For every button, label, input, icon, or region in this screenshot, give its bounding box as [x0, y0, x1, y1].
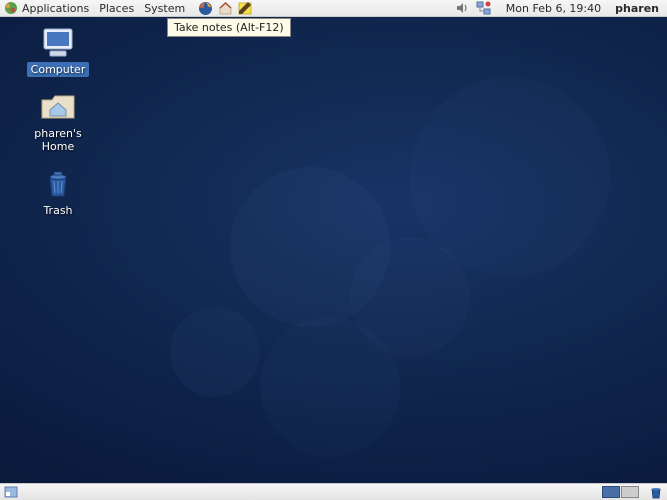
clock[interactable]: Mon Feb 6, 19:40 [506, 2, 601, 15]
top-panel: Applications Places System Mon Feb 6, 19… [0, 0, 667, 17]
launcher-icons [197, 0, 253, 16]
firefox-icon[interactable] [197, 0, 213, 16]
desktop-icon-label: Computer [27, 62, 90, 77]
menu-system[interactable]: System [144, 2, 185, 15]
menu-places[interactable]: Places [99, 2, 134, 15]
desktop-icon-trash[interactable]: Trash [18, 168, 98, 218]
desktop-icons: Computer pharen's Home Trash [18, 27, 98, 218]
workspace-switcher [602, 486, 639, 498]
menu-bar: Applications Places System [22, 2, 185, 15]
trash-icon [38, 168, 78, 200]
network-icon[interactable] [476, 0, 492, 16]
system-tray [454, 0, 492, 16]
workspace-1[interactable] [602, 486, 620, 498]
home-icon[interactable] [217, 0, 233, 16]
workspace-2[interactable] [621, 486, 639, 498]
desktop[interactable]: Computer pharen's Home Trash [0, 17, 667, 483]
bottom-panel [0, 483, 667, 500]
tooltip: Take notes (Alt-F12) [167, 18, 291, 37]
desktop-icon-home[interactable]: pharen's Home [18, 91, 98, 154]
user-menu[interactable]: pharen [615, 2, 659, 15]
wallpaper-bokeh [260, 317, 400, 457]
distro-icon[interactable] [4, 1, 18, 15]
wallpaper-bokeh [170, 307, 260, 397]
volume-icon[interactable] [454, 0, 470, 16]
computer-icon [38, 27, 78, 59]
home-folder-icon [38, 91, 78, 123]
menu-applications[interactable]: Applications [22, 2, 89, 15]
desktop-icon-label: Trash [39, 203, 76, 218]
notes-icon[interactable] [237, 0, 253, 16]
desktop-icon-label: pharen's Home [18, 126, 98, 154]
show-desktop-icon[interactable] [3, 484, 19, 500]
wallpaper-bokeh [410, 77, 610, 277]
desktop-icon-computer[interactable]: Computer [18, 27, 98, 77]
trash-applet-icon[interactable] [648, 484, 664, 500]
